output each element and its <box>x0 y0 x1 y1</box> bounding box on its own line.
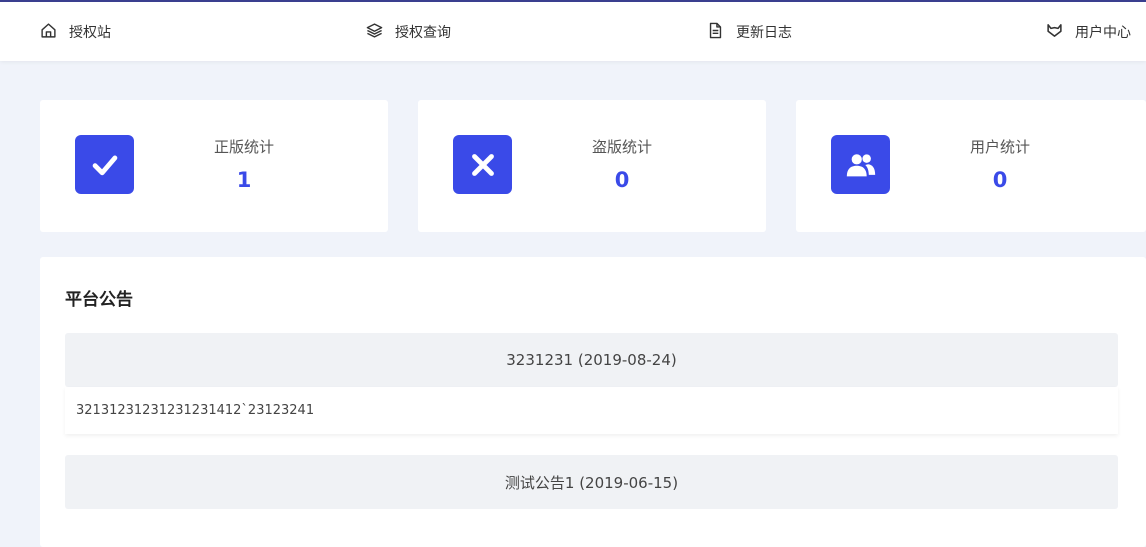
stat-label: 用户统计 <box>969 138 1030 156</box>
check-icon <box>75 135 134 194</box>
stat-value: 0 <box>992 168 1008 192</box>
nav-label: 更新日志 <box>736 25 792 41</box>
stat-card-users: 用户统计 0 <box>796 100 1146 232</box>
nav-item-changelog[interactable]: 更新日志 <box>707 21 792 43</box>
stat-label: 盗版统计 <box>591 138 652 156</box>
top-navigation: 授权站 授权查询 更新日志 用户中心 <box>0 0 1146 61</box>
nav-label: 用户中心 <box>1075 25 1131 41</box>
layers-icon <box>366 22 383 43</box>
announcement-content: 32131231231231231412`23123241 <box>65 387 1118 434</box>
stat-card-pirated: 盗版统计 0 <box>418 100 766 232</box>
announcement-item: 测试公告1 (2019-06-15) <box>65 455 1118 509</box>
nav-item-user-center[interactable]: 用户中心 <box>1046 21 1131 43</box>
stat-value: 1 <box>236 168 252 192</box>
announcement-panel: 平台公告 3231231 (2019-08-24) 32131231231231… <box>40 257 1146 547</box>
announcement-heading[interactable]: 测试公告1 (2019-06-15) <box>65 455 1118 509</box>
close-icon <box>453 135 512 194</box>
nav-item-home[interactable]: 授权站 <box>40 21 111 43</box>
announcement-title: 平台公告 <box>65 290 133 310</box>
fox-icon <box>1046 22 1063 43</box>
stat-label: 正版统计 <box>213 138 274 156</box>
stat-value: 0 <box>614 168 630 192</box>
nav-label: 授权站 <box>69 25 111 41</box>
nav-label: 授权查询 <box>395 25 451 41</box>
stat-card-genuine: 正版统计 1 <box>40 100 388 232</box>
users-icon <box>831 135 890 194</box>
home-icon <box>40 22 57 43</box>
announcement-heading[interactable]: 3231231 (2019-08-24) <box>65 333 1118 387</box>
announcement-item: 3231231 (2019-08-24) 3213123123123123141… <box>65 333 1118 434</box>
document-icon <box>707 22 724 43</box>
nav-item-query[interactable]: 授权查询 <box>366 21 451 43</box>
